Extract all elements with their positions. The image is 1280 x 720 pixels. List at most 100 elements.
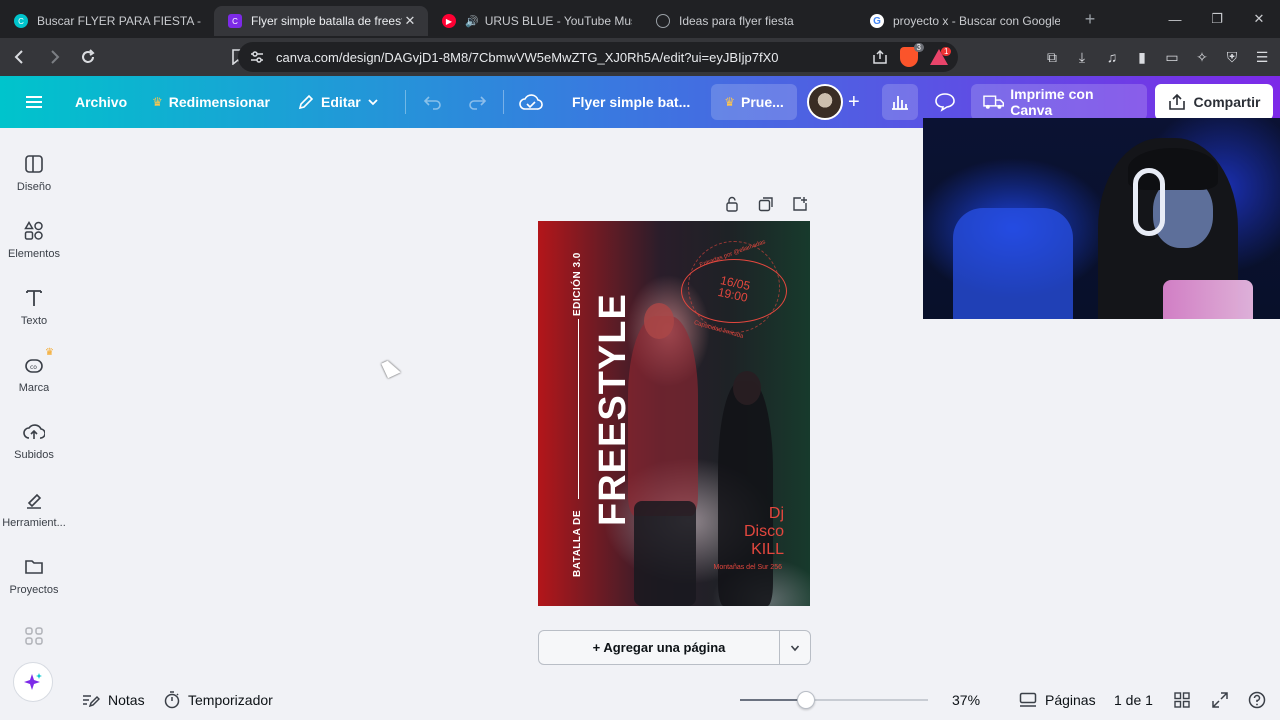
leo-ai-icon[interactable]: ✧ <box>1192 46 1212 68</box>
flyer-dj-name[interactable]: Dj Disco KILL <box>744 505 784 559</box>
browser-tab-bar: C Buscar FLYER PARA FIESTA - Canva C Fly… <box>0 0 1280 38</box>
media-control-icon[interactable]: ♫ <box>1102 46 1122 68</box>
minimize-icon[interactable]: — <box>1154 0 1196 38</box>
reload-icon[interactable] <box>74 43 102 71</box>
share-page-icon[interactable] <box>872 49 888 65</box>
browser-menu-icon[interactable]: ☰ <box>1252 46 1272 68</box>
user-avatar[interactable] <box>807 84 843 120</box>
screenshot-icon[interactable]: ⧉ <box>1042 46 1062 68</box>
page-toolbar <box>722 194 810 214</box>
archivo-menu-button[interactable]: Archivo <box>75 76 127 128</box>
design-title-field[interactable]: Flyer simple bat... <box>572 76 690 128</box>
pencil-icon <box>297 93 315 111</box>
shapes-icon <box>22 219 46 243</box>
youtube-music-icon: ▶ <box>442 14 456 28</box>
new-tab-button[interactable]: + <box>1076 9 1104 30</box>
add-page-dropdown[interactable] <box>780 631 810 664</box>
pages-button[interactable]: Páginas <box>1019 680 1096 720</box>
pro-trial-button[interactable]: ♛ Prue... <box>711 84 797 120</box>
sparkle-icon <box>24 673 42 690</box>
grid-view-button[interactable] <box>1174 680 1190 720</box>
magic-assistant-button[interactable] <box>13 662 53 702</box>
download-icon[interactable]: ⤓ <box>1072 46 1092 68</box>
tab-flyer-simple[interactable]: C Flyer simple batalla de freestyle ✕ <box>214 6 428 36</box>
redo-button[interactable] <box>467 76 487 128</box>
sidebar-item-subidos[interactable]: Subidos <box>0 420 68 480</box>
add-page-control: + Agregar una página <box>538 630 811 665</box>
chevron-down-icon <box>790 644 800 651</box>
lock-icon[interactable] <box>722 194 742 214</box>
save-status-button[interactable] <box>519 76 543 128</box>
flyer-edition-text[interactable]: EDICIÓN 3.0 <box>572 252 583 316</box>
rewards-count-badge: 1 <box>941 47 952 56</box>
apps-grid-icon <box>22 624 46 648</box>
expand-icon <box>1212 692 1228 708</box>
editar-menu-button[interactable]: Editar <box>297 76 379 128</box>
flyer-batalla-text[interactable]: BATALLA DE <box>572 510 583 577</box>
flyer-dj-line: Disco <box>743 523 784 540</box>
help-button[interactable] <box>1248 680 1266 720</box>
sidebar-item-elementos[interactable]: Elementos <box>0 219 68 279</box>
tools-icon <box>22 488 46 512</box>
add-page-button[interactable]: + Agregar una página <box>539 631 780 664</box>
fullscreen-button[interactable] <box>1212 680 1228 720</box>
forward-arrow-icon[interactable] <box>40 43 68 71</box>
insights-button[interactable] <box>882 84 918 120</box>
pro-trial-label: Prue... <box>740 94 784 110</box>
brave-rewards-icon[interactable]: 1 <box>930 47 952 65</box>
undo-button[interactable] <box>423 76 443 128</box>
brave-shields-icon[interactable]: 3 <box>900 43 924 67</box>
sidebar-item-proyectos[interactable]: Proyectos <box>0 555 68 615</box>
vpn-shield-icon[interactable]: ⛨ <box>1222 46 1242 68</box>
sidebar-item-label: Texto <box>20 315 48 327</box>
share-button[interactable]: Compartir <box>1155 84 1273 120</box>
sidebar-item-label: Diseño <box>16 181 52 193</box>
sidebar-item-diseno[interactable]: Diseño <box>0 152 68 212</box>
audio-playing-icon[interactable]: 🔊 <box>465 15 479 28</box>
cloud-check-icon <box>519 94 543 110</box>
stopwatch-icon <box>164 691 180 709</box>
notes-button[interactable]: Notas <box>82 680 145 720</box>
tab-ideas-flyer[interactable]: Ideas para flyer fiesta <box>642 6 856 36</box>
tab-buscar-flyer[interactable]: C Buscar FLYER PARA FIESTA - Canva <box>0 6 214 36</box>
webcam-keyboard <box>1163 280 1253 319</box>
browser-extensions: ⧉ ⤓ ♫ ▮ ▭ ✧ ⛨ ☰ <box>1042 46 1272 68</box>
webcam-chair <box>953 208 1073 319</box>
close-tab-icon[interactable]: ✕ <box>402 13 418 29</box>
zoom-slider-handle[interactable] <box>796 691 815 709</box>
wallet-icon[interactable]: ▭ <box>1162 46 1182 68</box>
redimensionar-button[interactable]: ♛ Redimensionar <box>152 76 270 128</box>
add-page-icon[interactable] <box>790 194 810 214</box>
flyer-design-page[interactable]: EDICIÓN 3.0 FREESTYLE BATALLA DE Entrada… <box>538 221 810 606</box>
notes-label: Notas <box>108 692 145 708</box>
flyer-freestyle-title[interactable]: FREESTYLE <box>592 293 634 526</box>
invite-button[interactable]: + <box>848 76 860 128</box>
site-settings-icon[interactable] <box>250 50 264 64</box>
comment-bubble-icon <box>935 93 955 112</box>
share-label: Compartir <box>1193 94 1261 110</box>
sidebar-item-texto[interactable]: Texto <box>0 286 68 346</box>
address-bar[interactable]: canva.com/design/DAGvjD1-8M8/7CbmwVW5eMw… <box>238 42 958 72</box>
sidebar-item-herramientas[interactable]: Herramient... <box>0 488 68 548</box>
folder-icon <box>22 555 46 579</box>
header-divider <box>503 90 504 114</box>
print-with-canva-button[interactable]: Imprime con Canva <box>971 84 1147 120</box>
tab-google-search[interactable]: G proyecto x - Buscar con Google <box>856 6 1070 36</box>
timer-button[interactable]: Temporizador <box>164 680 273 720</box>
duplicate-page-icon[interactable] <box>756 194 776 214</box>
shields-count-badge: 3 <box>913 43 924 52</box>
back-arrow-icon[interactable] <box>6 43 34 71</box>
restore-icon[interactable]: ❐ <box>1196 0 1238 38</box>
main-menu-button[interactable] <box>26 76 42 128</box>
zoom-percentage[interactable]: 37% <box>952 680 980 720</box>
flyer-address-text[interactable]: Montañas del Sur 256 <box>714 564 783 571</box>
tab-title: Ideas para flyer fiesta <box>679 14 794 28</box>
tab-youtube-music[interactable]: ▶ 🔊 URUS BLUE - YouTube Music <box>428 6 642 36</box>
webcam-overlay <box>923 118 1280 319</box>
hamburger-menu-icon <box>26 96 42 108</box>
close-window-icon[interactable]: ✕ <box>1238 0 1280 38</box>
crown-icon: ♛ <box>45 347 54 358</box>
zoom-slider[interactable] <box>740 699 928 701</box>
sidebar-item-marca[interactable]: ♛ co Marca <box>0 347 68 413</box>
sidebar-toggle-icon[interactable]: ▮ <box>1132 46 1152 68</box>
